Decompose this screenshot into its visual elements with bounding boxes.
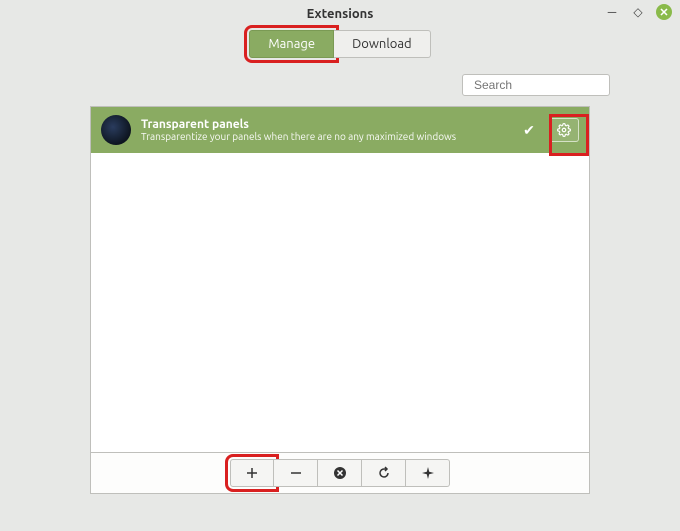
extension-list-body — [91, 153, 589, 452]
minus-icon — [290, 467, 302, 479]
titlebar: Extensions ─ ◇ ✕ — [0, 0, 680, 28]
extension-row[interactable]: Transparent panels Transparentize your p… — [91, 107, 589, 153]
settings-button[interactable] — [549, 118, 579, 142]
delete-icon — [333, 466, 347, 480]
extension-list-panel: Transparent panels Transparentize your p… — [90, 106, 590, 494]
close-button[interactable]: ✕ — [656, 4, 672, 20]
toolbar-buttons — [230, 459, 450, 487]
remove-button[interactable] — [274, 459, 318, 487]
sparkle-icon — [422, 467, 434, 479]
extension-title: Transparent panels — [141, 118, 509, 131]
tab-manage[interactable]: Manage — [249, 30, 334, 58]
more-button[interactable] — [406, 459, 450, 487]
search-input[interactable] — [474, 78, 629, 92]
window-controls: ─ ◇ ✕ — [604, 4, 672, 20]
maximize-button[interactable]: ◇ — [630, 4, 646, 20]
check-icon: ✔ — [519, 122, 539, 139]
toolbar — [91, 452, 589, 493]
plus-icon — [246, 467, 258, 479]
minimize-button[interactable]: ─ — [604, 4, 620, 20]
search-box[interactable] — [462, 74, 610, 96]
add-button[interactable] — [230, 459, 274, 487]
extension-icon — [101, 115, 131, 145]
gear-icon — [557, 123, 571, 137]
undo-button[interactable] — [362, 459, 406, 487]
window-title: Extensions — [0, 7, 680, 21]
search-row — [0, 58, 680, 106]
undo-icon — [377, 466, 391, 480]
tab-bar: Manage Download — [0, 30, 680, 58]
extension-description: Transparentize your panels when there ar… — [141, 131, 509, 142]
tab-download[interactable]: Download — [334, 30, 431, 58]
extension-text: Transparent panels Transparentize your p… — [141, 118, 509, 142]
delete-button[interactable] — [318, 459, 362, 487]
